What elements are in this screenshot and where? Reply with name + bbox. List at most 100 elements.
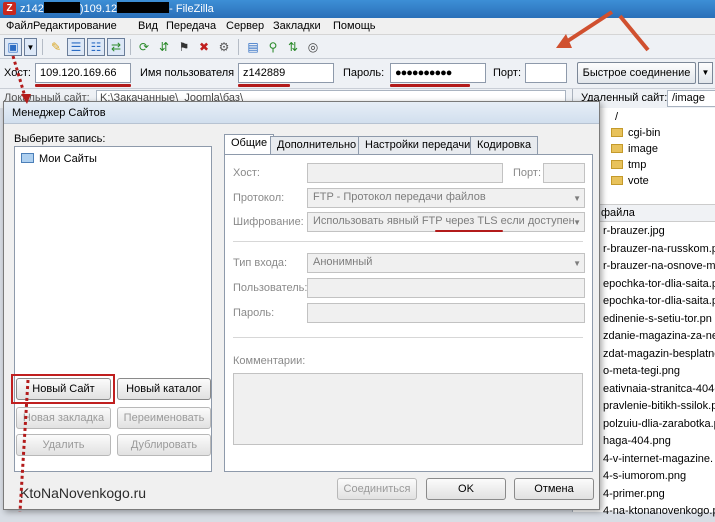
remote-tree-item[interactable]: vote — [611, 175, 649, 191]
folder-icon — [611, 176, 623, 185]
title-redaction — [117, 2, 170, 13]
process-queue-icon[interactable]: ⇵ — [155, 38, 173, 56]
comments-textarea[interactable] — [233, 373, 583, 445]
menu-bar: Файл Редактирование Вид Передача Сервер … — [0, 18, 715, 35]
site-port-input[interactable] — [543, 163, 585, 183]
host-input[interactable]: 109.120.169.66 — [35, 63, 131, 83]
window-title-suffix: - FileZilla — [169, 3, 214, 15]
flag-icon[interactable]: ⚑ — [175, 38, 193, 56]
tab-advanced[interactable]: Дополнительно — [270, 136, 364, 155]
remote-tree-item[interactable]: tmp — [611, 159, 646, 175]
remote-file-row[interactable]: r-brauzer.jpg — [603, 225, 665, 242]
menu-transfer[interactable]: Передача — [166, 20, 216, 32]
divider — [233, 337, 583, 338]
annotation-underline — [435, 230, 503, 232]
site-manager-dropdown-icon[interactable]: ▼ — [24, 38, 37, 56]
remote-tree-item[interactable]: cgi-bin — [611, 127, 660, 143]
menu-file[interactable]: Файл — [6, 20, 33, 32]
menu-server[interactable]: Сервер — [226, 20, 264, 32]
remote-file-row[interactable]: 4-primer.png — [603, 488, 665, 505]
user-label: Пользователь: — [233, 282, 308, 294]
site-password-input[interactable] — [307, 303, 585, 323]
host-label: Хост: — [4, 67, 31, 79]
remote-file-row[interactable]: r-brauzer-na-osnove-m — [603, 260, 715, 277]
login-type-select[interactable]: Анонимный ▼ — [307, 253, 585, 273]
annotation-highlight-box — [11, 374, 115, 404]
encryption-select[interactable]: Использовать явный FTP через TLS если до… — [307, 212, 585, 232]
delete-button[interactable]: Удалить — [16, 434, 111, 456]
remote-file-row[interactable]: 4-na-ktonanovenkogo.p — [603, 505, 715, 522]
remote-tree-root[interactable]: / — [615, 111, 618, 127]
local-tree-icon[interactable]: ☰ — [67, 38, 85, 56]
filter-icon[interactable]: ▤ — [244, 38, 262, 56]
remote-file-row[interactable]: polzuiu-dlia-zarabotka.p — [603, 418, 715, 435]
remote-tree-item[interactable]: image — [611, 143, 658, 159]
chevron-down-icon: ▼ — [573, 194, 581, 203]
username-input[interactable]: z142889 — [238, 63, 334, 83]
disconnect-icon[interactable]: ⚙ — [215, 38, 233, 56]
menu-bookmarks[interactable]: Закладки — [273, 20, 321, 32]
cancel-icon[interactable]: ✖ — [195, 38, 213, 56]
quickconnect-button[interactable]: Быстрое соединение — [577, 62, 696, 84]
compare-icon[interactable]: ⚲ — [264, 38, 282, 56]
tab-charset[interactable]: Кодировка — [470, 136, 539, 155]
tree-node-my-sites[interactable]: Мои Сайты — [21, 153, 97, 165]
comments-label: Комментарии: — [233, 355, 306, 367]
remote-file-row[interactable]: o-meta-tegi.png — [603, 365, 680, 382]
remote-file-row[interactable]: 4-s-iumorom.png — [603, 470, 686, 487]
user-input[interactable] — [307, 278, 585, 298]
password-input[interactable]: ●●●●●●●●●● — [390, 63, 486, 83]
filezilla-app-icon: Z — [3, 2, 16, 15]
message-log-icon[interactable]: ✎ — [47, 38, 65, 56]
site-host-input[interactable] — [307, 163, 503, 183]
rename-button[interactable]: Переименовать — [117, 407, 211, 429]
remote-file-row[interactable]: pravlenie-bitikh-ssilok.p — [603, 400, 715, 417]
ok-button[interactable]: OK — [426, 478, 506, 500]
site-port-label: Порт: — [513, 167, 541, 179]
toolbar-separator — [238, 39, 239, 55]
window-title-host: )109.12 — [79, 3, 118, 15]
remote-file-row[interactable]: r-brauzer-na-russkom.p — [603, 243, 715, 260]
remote-tree-icon[interactable]: ☷ — [87, 38, 105, 56]
port-input[interactable] — [525, 63, 567, 83]
refresh-icon[interactable]: ⟳ — [135, 38, 153, 56]
quickconnect-dropdown-icon[interactable]: ▼ — [698, 62, 713, 84]
divider — [233, 241, 583, 242]
remote-file-row[interactable]: 4-v-internet-magazine. — [603, 453, 713, 470]
menu-edit[interactable]: Редактирование — [33, 20, 117, 32]
search-icon[interactable]: ◎ — [304, 38, 322, 56]
new-bookmark-button[interactable]: Новая закладка — [16, 407, 111, 429]
remote-file-row[interactable]: epochka-tor-dlia-saita.p — [603, 278, 715, 295]
remote-file-row[interactable]: epochka-tor-dlia-saita.p — [603, 295, 715, 312]
remote-file-row[interactable]: zdanie-magazina-za-ne — [603, 330, 715, 347]
site-manager-icon[interactable]: ▣ — [4, 38, 22, 56]
connect-button[interactable]: Соединиться — [337, 478, 417, 500]
tab-general[interactable]: Общие — [224, 134, 275, 156]
remote-site-path[interactable]: /image — [667, 90, 715, 107]
title-bar: Z z142 )109.12 - FileZilla — [0, 0, 715, 18]
remote-file-row[interactable]: eativnaia-stranitca-404- — [603, 383, 715, 400]
duplicate-button[interactable]: Дублировать — [117, 434, 211, 456]
menu-view[interactable]: Вид — [138, 20, 158, 32]
dialog-title: Менеджер Сайтов — [12, 107, 106, 119]
quickconnect-bar: Хост: 109.120.169.66 Имя пользователя z1… — [0, 59, 715, 89]
toolbar-separator — [130, 39, 131, 55]
transfer-queue-icon[interactable]: ⇄ — [107, 38, 125, 56]
chevron-down-icon: ▼ — [573, 218, 581, 227]
dialog-title-bar: Менеджер Сайтов — [4, 102, 599, 124]
protocol-select[interactable]: FTP - Протокол передачи файлов ▼ — [307, 188, 585, 208]
remote-file-row[interactable]: haga-404.png — [603, 435, 671, 452]
window-title-prefix: z142 — [20, 3, 44, 15]
sync-browse-icon[interactable]: ⇅ — [284, 38, 302, 56]
remote-file-row[interactable]: zdat-magazin-besplatno — [603, 348, 715, 365]
remote-file-row[interactable]: edinenie-s-setiu-tor.pn — [603, 313, 712, 330]
folder-icon — [611, 144, 623, 153]
folder-icon — [611, 160, 623, 169]
cancel-button[interactable]: Отмена — [514, 478, 594, 500]
site-manager-dialog: Менеджер Сайтов Выберите запись: Мои Сай… — [3, 101, 600, 510]
new-folder-button[interactable]: Новый каталог — [117, 378, 211, 400]
menu-help[interactable]: Помощь — [333, 20, 376, 32]
site-password-label: Пароль: — [233, 307, 275, 319]
watermark: KtoNaNovenkogo.ru — [20, 485, 147, 501]
tab-transfer-settings[interactable]: Настройки передачи — [358, 136, 478, 155]
